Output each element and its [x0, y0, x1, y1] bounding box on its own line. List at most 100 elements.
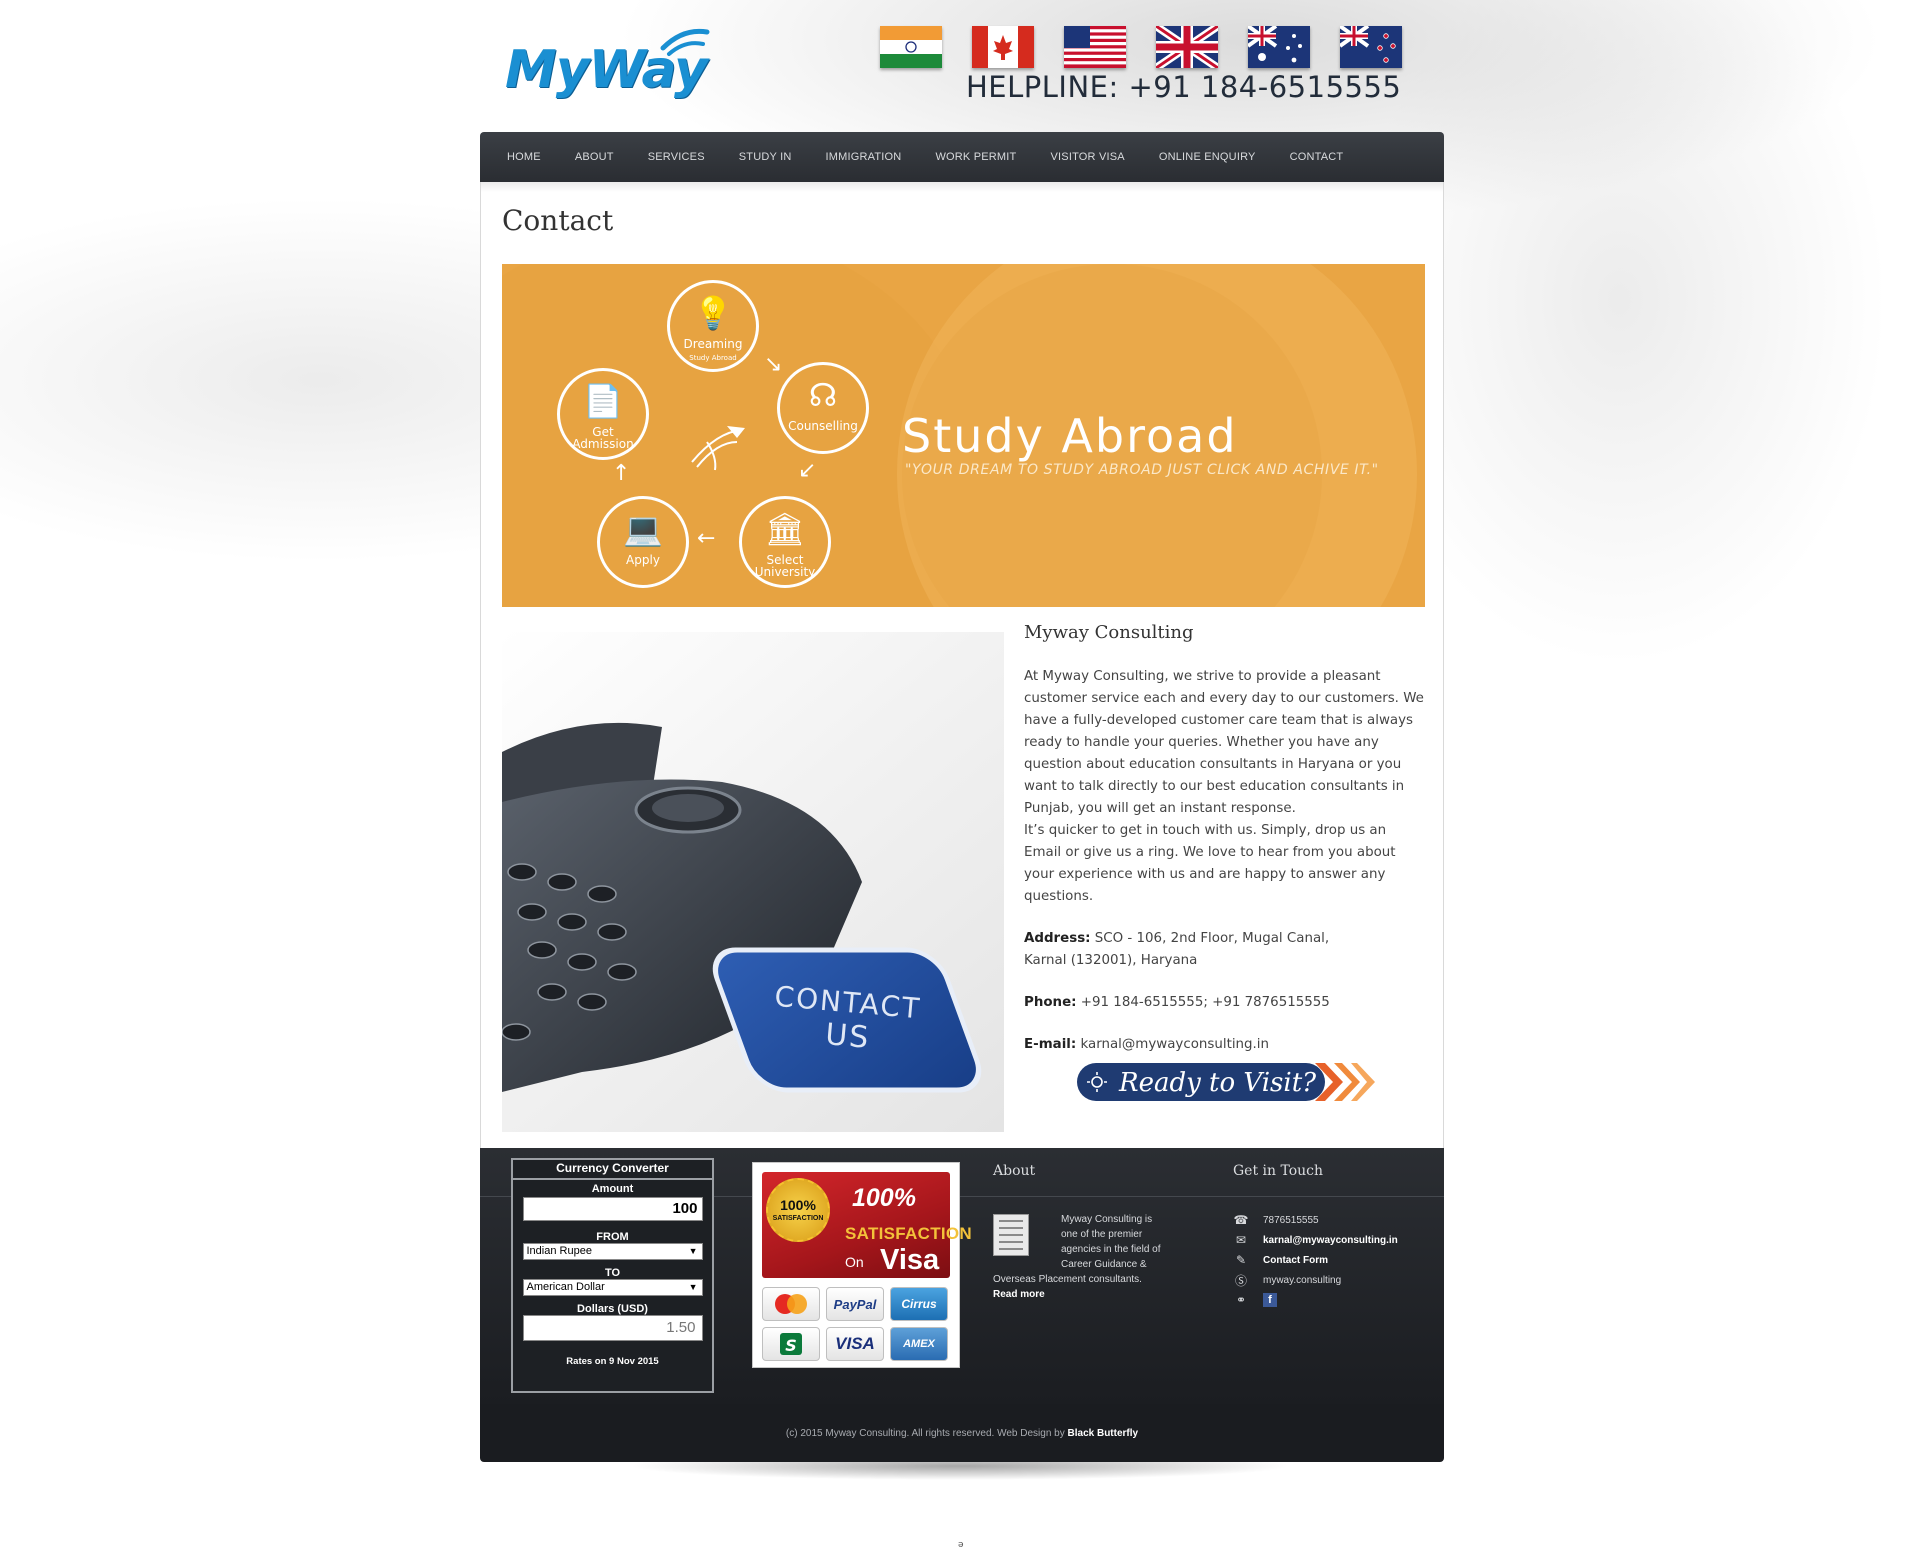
visa-icon: VISA [826, 1327, 884, 1361]
rates-note: Rates on 9 Nov 2015 [566, 1356, 659, 1367]
flag-india-icon[interactable] [880, 26, 942, 68]
phone-value: +91 184-6515555; +91 7876515555 [1080, 995, 1330, 1010]
chevron-down-icon: ▼ [688, 1246, 698, 1256]
footer-get-in-touch: ☎ 7876515555 ✉ karnal@mywayconsulting.in… [1233, 1210, 1398, 1310]
contact-phone-photo: CONTACT US [502, 632, 1004, 1132]
step-get-admission: 📄 Get Admission [557, 368, 649, 460]
address-block: Address: SCO - 106, 2nd Floor, Mugal Can… [1024, 928, 1424, 972]
info-paragraph-1: At Myway Consulting, we strive to provid… [1024, 669, 1424, 816]
from-currency-select[interactable]: Indian Rupee ▼ [522, 1243, 703, 1260]
flag-new-zealand-icon[interactable] [1340, 26, 1402, 68]
email-value: karnal@mywayconsulting.in [1080, 1037, 1270, 1052]
country-flags [880, 26, 1402, 68]
nav-item-study-in[interactable]: STUDY IN [739, 151, 792, 163]
contact-info: Myway Consulting At Myway Consulting, we… [1024, 622, 1424, 1101]
banner-title: Study Abroad [902, 409, 1238, 463]
copyright-bar: (c) 2015 Myway Consulting. All rights re… [480, 1404, 1444, 1462]
converted-amount-field[interactable]: 1.50 [522, 1315, 703, 1341]
info-paragraph-2: It’s quicker to get in touch with us. Si… [1024, 823, 1396, 904]
arrow-left-icon: ← [697, 526, 716, 551]
address-label: Address: [1024, 931, 1091, 946]
page-end-mark: ǝ [958, 1540, 964, 1550]
visit-button-label: Ready to Visit? [1118, 1068, 1317, 1098]
visa-satisfaction-badge: 100% SATISFACTION 100% SATISFACTION On V… [752, 1162, 972, 1368]
nav-item-services[interactable]: SERVICES [648, 151, 705, 163]
lightbulb-icon: 💡 [693, 294, 733, 332]
helpline-number: HELPLINE: +91 184-6515555 [966, 70, 1402, 104]
step-dreaming: 💡 Dreaming Study Abroad [667, 280, 759, 372]
pencil-icon: ✎ [1235, 1253, 1247, 1267]
step-counselling: ☊ Counselling [777, 362, 869, 454]
content-area: Contact 💡 Dreaming Study Abroad ↘ ☊ Couns… [480, 182, 1444, 1148]
designer-credit-link[interactable]: Black Butterfly [1068, 1428, 1139, 1439]
touch-email: ✉ karnal@mywayconsulting.in [1233, 1230, 1398, 1250]
nav-item-immigration[interactable]: IMMIGRATION [826, 151, 902, 163]
main-wrapper: HOME ABOUT SERVICES STUDY IN IMMIGRATION… [480, 132, 1444, 1462]
footer-touch-heading: Get in Touch [1233, 1163, 1324, 1179]
touch-phone: ☎ 7876515555 [1233, 1213, 1319, 1227]
currency-converter: Currency Converter Amount 100 FROM India… [511, 1158, 714, 1393]
laptop-icon: 💻 [623, 510, 663, 548]
phone-illustration: CONTACT US [502, 722, 982, 1093]
nav-item-about[interactable]: ABOUT [575, 151, 614, 163]
arrow-down-left-icon: ↙ [798, 458, 817, 483]
site-footer: Currency Converter Amount 100 FROM India… [480, 1148, 1444, 1404]
email-label: E-mail: [1024, 1037, 1077, 1052]
globe-plane-icon [691, 426, 745, 471]
payment-cards: PayPal Cirrus S VISA AMEX [762, 1287, 952, 1361]
footer-about-heading: About [993, 1163, 1036, 1179]
nav-item-contact[interactable]: CONTACT [1290, 151, 1344, 163]
flag-australia-icon[interactable] [1248, 26, 1310, 68]
document-icon: 📄 [583, 382, 623, 420]
from-label: FROM [596, 1231, 629, 1243]
ready-to-visit-button[interactable]: Ready to Visit? [1077, 1062, 1377, 1102]
site-header: MyWay HELPLINE: +91 184-6515555 [0, 0, 1920, 130]
email-block: E-mail: karnal@mywayconsulting.in [1024, 1034, 1424, 1056]
step-apply: 💻 Apply [597, 496, 689, 588]
address-line-2: Karnal (132001), Haryana [1024, 953, 1198, 968]
flag-uk-icon[interactable] [1156, 26, 1218, 68]
touch-contact-form: ✎ Contact Form [1233, 1250, 1398, 1270]
touch-social: ⚭ f [1233, 1290, 1398, 1310]
nav-item-work-permit[interactable]: WORK PERMIT [935, 151, 1016, 163]
amount-label: Amount [591, 1183, 634, 1195]
to-currency-select[interactable]: American Dollar ▼ [522, 1279, 703, 1296]
chevron-down-icon: ▼ [688, 1282, 698, 1292]
link-icon: ⚭ [1235, 1293, 1247, 1307]
to-label: TO [604, 1267, 621, 1279]
facebook-icon[interactable]: f [1263, 1293, 1277, 1307]
counselling-icon: ☊ [808, 376, 838, 414]
phone-block: Phone: +91 184-6515555; +91 7876515555 [1024, 992, 1424, 1014]
mail-icon: ✉ [1235, 1233, 1247, 1247]
step-select-university: 🏛 Select University [739, 496, 831, 588]
converter-title: Currency Converter [513, 1160, 712, 1180]
guarantee-seal: 100% SATISFACTION [766, 1178, 830, 1242]
nav-item-online-enquiry[interactable]: ONLINE ENQUIRY [1159, 151, 1256, 163]
banner-tagline: "YOUR DREAM TO STUDY ABROAD JUST CLICK A… [905, 462, 1379, 478]
flag-usa-icon[interactable] [1064, 26, 1126, 68]
copyright-text: (c) 2015 Myway Consulting. All rights re… [785, 1428, 1065, 1439]
flag-canada-icon[interactable] [972, 26, 1034, 68]
arrow-up-icon: ↑ [612, 461, 631, 486]
phone-icon: ☎ [1233, 1213, 1249, 1227]
arrow-right-down-icon: ↘ [764, 352, 783, 377]
result-label: Dollars (USD) [577, 1303, 648, 1315]
site-logo[interactable]: MyWay [505, 40, 708, 100]
amount-input[interactable]: 100 [522, 1197, 703, 1221]
address-line-1: SCO - 106, 2nd Floor, Mugal Canal, [1094, 931, 1330, 946]
page-title: Contact [502, 204, 614, 237]
maestro-icon: S [762, 1327, 820, 1361]
main-nav: HOME ABOUT SERVICES STUDY IN IMMIGRATION… [480, 132, 1444, 182]
amex-icon: AMEX [890, 1327, 948, 1361]
touch-skype: Ⓢ myway.consulting [1234, 1273, 1342, 1288]
nav-item-visitor-visa[interactable]: VISITOR VISA [1050, 151, 1124, 163]
phone-label: Phone: [1024, 995, 1077, 1010]
paypal-icon: PayPal [826, 1287, 884, 1321]
cirrus-icon: Cirrus [890, 1287, 948, 1321]
contact-sign-line2: US [824, 1017, 872, 1056]
skype-icon: Ⓢ [1234, 1273, 1247, 1288]
study-abroad-banner: 💡 Dreaming Study Abroad ↘ ☊ Counselling ↙… [502, 264, 1425, 607]
mastercard-icon [762, 1287, 820, 1321]
nav-item-home[interactable]: HOME [507, 151, 541, 163]
read-more-link[interactable]: Read more [993, 1289, 1045, 1300]
